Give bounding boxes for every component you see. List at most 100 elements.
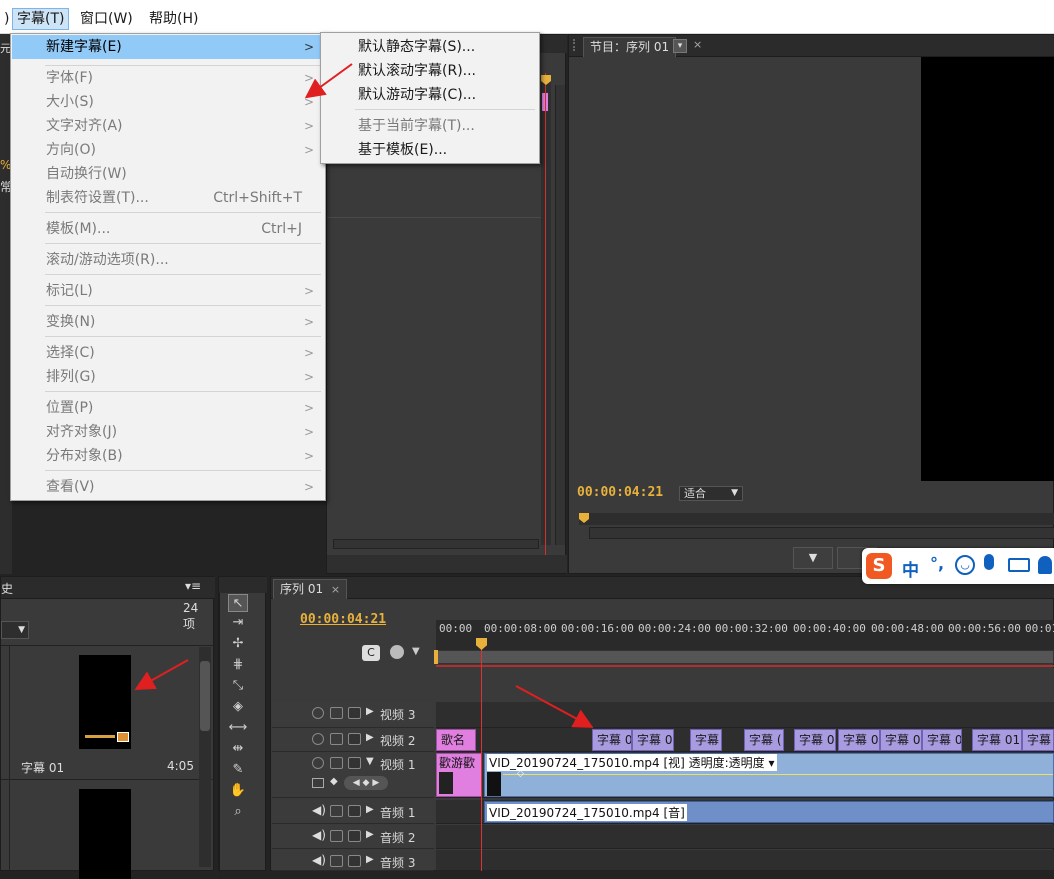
menu-item-position[interactable]: 位置(P) >: [12, 396, 324, 420]
selection-tool-icon[interactable]: ↖: [228, 594, 248, 612]
menu-item-word-wrap[interactable]: 自动换行(W): [12, 162, 324, 186]
film-icon[interactable]: [330, 707, 343, 719]
track-select-tool-icon[interactable]: ⇥: [228, 614, 248, 632]
title-clip[interactable]: 字幕: [690, 729, 722, 751]
menu-item-new-title[interactable]: 新建字幕(E) >: [12, 35, 324, 59]
menu-title[interactable]: 字幕(T): [12, 8, 70, 30]
title-clip[interactable]: 字幕 0: [880, 729, 922, 751]
close-icon[interactable]: ×: [693, 38, 702, 51]
title-clip[interactable]: 字幕 0: [794, 729, 836, 751]
lock-icon[interactable]: [348, 830, 361, 842]
film-icon[interactable]: [330, 733, 343, 745]
pen-tool-icon[interactable]: ✎: [228, 761, 248, 779]
eye-icon[interactable]: [312, 733, 324, 745]
menu-item-distribute-objects[interactable]: 分布对象(B) >: [12, 444, 324, 468]
expand-icon[interactable]: ▶: [366, 854, 374, 865]
speaker-icon[interactable]: ◀): [312, 803, 326, 817]
sync-icon[interactable]: [330, 830, 343, 842]
lane-v3[interactable]: [436, 702, 1054, 728]
ime-mode[interactable]: 中: [902, 556, 919, 581]
program-timecode[interactable]: 00:00:04:21: [577, 485, 663, 500]
title-clip[interactable]: 歌名: [436, 729, 476, 751]
keyframe-icon[interactable]: ◇: [517, 769, 524, 779]
tab-sequence[interactable]: 序列 01 ×: [273, 579, 348, 599]
menu-item-roll-crawl[interactable]: 滚动/游动选项(R)...: [12, 248, 324, 272]
grip-icon[interactable]: [573, 39, 581, 51]
zoom-tool-icon[interactable]: ⌕: [228, 803, 248, 821]
lock-icon[interactable]: [348, 733, 361, 745]
add-marker-icon[interactable]: ▼: [412, 646, 420, 657]
slip-tool-icon[interactable]: ⟷: [228, 719, 248, 737]
panel-menu-icon[interactable]: ▾≡: [185, 579, 201, 593]
track-header-a3[interactable]: ◀) ▶ 音频 3: [272, 850, 434, 871]
expand-icon[interactable]: ▶: [366, 829, 374, 840]
track-header-a2[interactable]: ◀) ▶ 音频 2: [272, 825, 434, 849]
title-clip[interactable]: 字幕 0: [592, 729, 632, 751]
panel-menu-icon[interactable]: ▾: [673, 39, 687, 53]
menu-item-tab-stops[interactable]: 制表符设置(T)... Ctrl+Shift+T: [12, 186, 324, 210]
user-icon[interactable]: [1038, 556, 1052, 574]
title-clip[interactable]: 字幕: [1022, 729, 1054, 751]
keyboard-icon[interactable]: [1008, 558, 1030, 572]
expand-icon[interactable]: ▶: [366, 804, 374, 815]
sequence-marker-icon[interactable]: [390, 645, 404, 659]
menu-item-orientation[interactable]: 方向(O) >: [12, 138, 324, 162]
eye-icon[interactable]: [312, 757, 324, 769]
program-time-ruler[interactable]: [579, 513, 1054, 525]
clip-name[interactable]: 字幕 01: [21, 759, 64, 776]
display-style-icon[interactable]: [312, 778, 324, 788]
keyframe-nav[interactable]: ◀ ◆ ▶: [344, 776, 388, 790]
video-clip-main[interactable]: VID_20190724_175010.mp4 [视] 透明度:透明度 ▾ ◇: [484, 753, 1054, 797]
menu-item-align-objects[interactable]: 对齐对象(J) >: [12, 420, 324, 444]
menu-window[interactable]: 窗口(W): [76, 8, 137, 30]
ime-punct[interactable]: °,: [930, 554, 944, 573]
film-icon[interactable]: [330, 757, 343, 769]
snap-icon[interactable]: C: [362, 645, 380, 661]
menu-item-based-on-current[interactable]: 基于当前字幕(T)...: [322, 114, 538, 138]
program-zoom-bar[interactable]: [589, 527, 1054, 539]
menu-item-default-still[interactable]: 默认静态字幕(S)...: [322, 35, 538, 59]
track-header-v3[interactable]: ▶ 视频 3: [272, 702, 434, 728]
lock-icon[interactable]: [348, 805, 361, 817]
track-header-a1[interactable]: ◀) ▶ 音频 1: [272, 800, 434, 824]
effect-scrollbar[interactable]: [555, 85, 565, 545]
lock-icon[interactable]: [348, 757, 361, 769]
fit-dropdown[interactable]: 适合 ▼: [679, 486, 743, 501]
menu-item-view[interactable]: 查看(V) >: [12, 475, 324, 499]
title-clip[interactable]: 字幕 0: [838, 729, 880, 751]
tab-program[interactable]: 节目：序列 01: [583, 37, 677, 57]
clip-thumbnail[interactable]: [79, 655, 131, 749]
marker-button[interactable]: ▼: [793, 547, 833, 569]
menu-item-text-align[interactable]: 文字对齐(A) >: [12, 114, 324, 138]
speaker-icon[interactable]: ◀): [312, 853, 326, 867]
timeline-timecode[interactable]: 00:00:04:21: [300, 612, 386, 627]
close-icon[interactable]: ×: [331, 583, 340, 596]
microphone-icon[interactable]: [984, 554, 994, 570]
speaker-icon[interactable]: ◀): [312, 828, 326, 842]
view-dropdown[interactable]: ▼: [1, 621, 29, 639]
project-scrollbar[interactable]: [199, 647, 211, 867]
slide-tool-icon[interactable]: ⇹: [228, 740, 248, 758]
lock-icon[interactable]: [348, 707, 361, 719]
rate-stretch-tool-icon[interactable]: ⤡: [228, 677, 248, 695]
menu-item-size[interactable]: 大小(S) >: [12, 90, 324, 114]
title-clip[interactable]: 字幕 0: [632, 729, 674, 751]
title-clip[interactable]: 字幕 01 (: [972, 729, 1022, 751]
sync-icon[interactable]: [330, 855, 343, 867]
razor-tool-icon[interactable]: ◈: [228, 698, 248, 716]
collapse-icon[interactable]: ▼: [366, 756, 374, 767]
sync-icon[interactable]: [330, 805, 343, 817]
menu-item-default-crawl[interactable]: 默认游动字幕(C)...: [322, 83, 538, 107]
sogou-logo-icon[interactable]: S: [866, 553, 892, 579]
menu-item-transform[interactable]: 变换(N) >: [12, 310, 324, 334]
menu-item-logo[interactable]: 标记(L) >: [12, 279, 324, 303]
title-clip[interactable]: 字幕 (: [744, 729, 784, 751]
expand-icon[interactable]: ▶: [366, 732, 374, 743]
track-header-v2[interactable]: ▶ 视频 2: [272, 728, 434, 752]
audio-clip[interactable]: VID_20190724_175010.mp4 [音]: [484, 801, 1054, 823]
title-clip[interactable]: 字幕 0: [922, 729, 962, 751]
opacity-line[interactable]: [503, 774, 1053, 775]
menu-item-arrange[interactable]: 排列(G) >: [12, 365, 324, 389]
menu-item-templates[interactable]: 模板(M)... Ctrl+J: [12, 217, 324, 241]
emoji-icon[interactable]: ◡: [955, 555, 975, 575]
